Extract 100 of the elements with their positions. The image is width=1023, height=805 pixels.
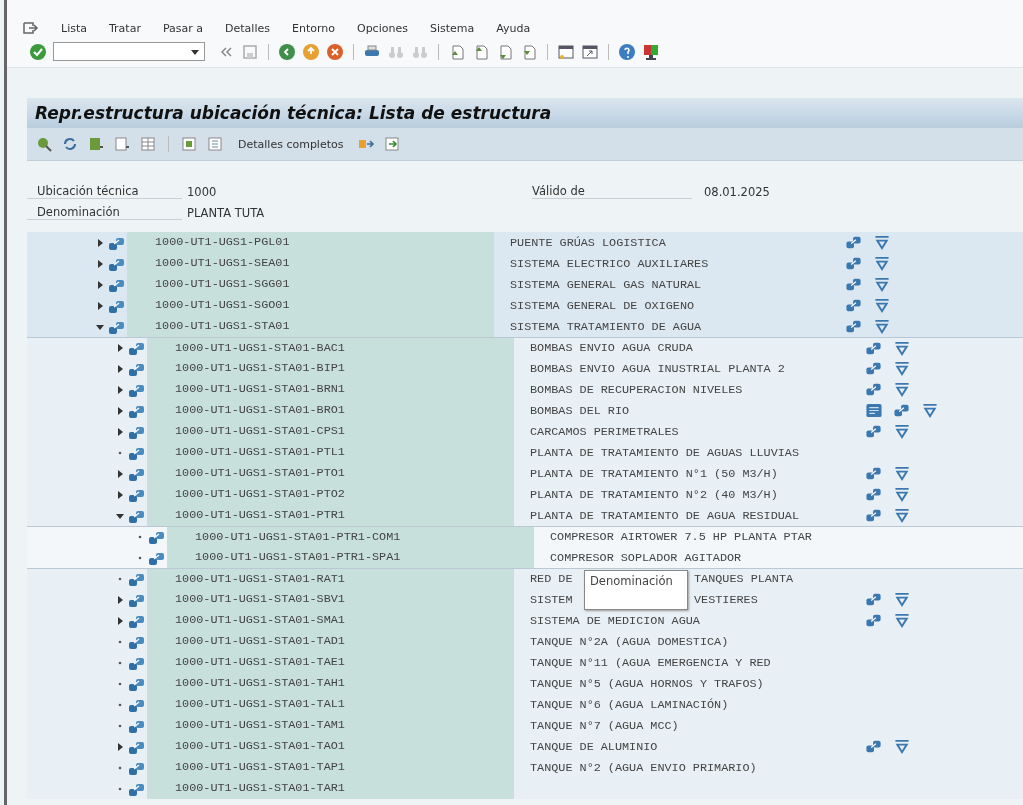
tree-row[interactable]: 1000-UT1-UGS1-STA01-TAH1 TANQUE N°5 (AGUA HORNOS Y TRAFOS) bbox=[27, 673, 1023, 694]
cancel-icon[interactable] bbox=[326, 42, 344, 61]
tree-node-id[interactable]: 1000-UT1-UGS1-STA01-SMA1 bbox=[147, 610, 514, 631]
tree-row[interactable]: 1000-UT1-UGS1-STA01-TAL1 TANQUE N°6 (AGUA LAMINACIÓN) bbox=[27, 694, 1023, 715]
tree-node-id[interactable]: 1000-UT1-UGS1-STA01-TAP1 bbox=[147, 757, 514, 778]
hierarchy-icon[interactable] bbox=[865, 738, 883, 755]
menu-item[interactable]: Sistema bbox=[429, 21, 475, 35]
tree-row[interactable]: 1000-UT1-UGS1-STA01-TAE1 TANQUE N°11 (AGUA EMERGENCIA Y RED bbox=[27, 652, 1023, 673]
filter-icon[interactable] bbox=[873, 318, 891, 335]
tree-node-id[interactable]: 1000-UT1-UGS1-STA01-BRN1 bbox=[147, 379, 514, 400]
menu-item[interactable]: Detalles bbox=[225, 21, 270, 35]
exit-menu-icon[interactable] bbox=[21, 19, 39, 37]
menu-item[interactable]: Pasar a bbox=[162, 21, 204, 35]
menu-item[interactable]: Entorno bbox=[291, 21, 335, 35]
document-icon[interactable] bbox=[865, 402, 883, 419]
filter-icon[interactable] bbox=[921, 402, 939, 419]
expander-icon[interactable] bbox=[95, 237, 105, 248]
menu-item[interactable]: Opciones bbox=[356, 21, 408, 35]
hierarchy-icon[interactable] bbox=[845, 234, 863, 251]
export-icon[interactable] bbox=[383, 135, 402, 153]
hierarchy-icon[interactable] bbox=[865, 465, 883, 482]
tree-row[interactable]: 1000-UT1-UGS1-STA01-TAD1 TANQUE N°2A (AGUA DOMESTICA) bbox=[27, 631, 1023, 652]
tree-node-id[interactable]: 1000-UT1-UGS1-STA01-CPS1 bbox=[147, 421, 514, 442]
tree-row[interactable]: 1000-UT1-UGS1-SEA01 SISTEMA ELECTRICO AUXILIARES bbox=[27, 253, 1023, 274]
expander-icon[interactable] bbox=[115, 384, 125, 395]
tree-node-id[interactable]: 1000-UT1-UGS1-PGL01 bbox=[127, 232, 494, 253]
filter-icon[interactable] bbox=[873, 276, 891, 293]
filter-icon[interactable] bbox=[893, 738, 911, 755]
expander-icon[interactable] bbox=[115, 741, 125, 752]
menu-item[interactable]: Ayuda bbox=[496, 21, 531, 35]
hierarchy-icon[interactable] bbox=[865, 612, 883, 629]
filter-icon[interactable] bbox=[893, 591, 911, 608]
tree-node-id[interactable]: 1000-UT1-UGS1-STA01 bbox=[127, 316, 494, 337]
filter-icon[interactable] bbox=[893, 360, 911, 377]
hierarchy-icon[interactable] bbox=[865, 423, 883, 440]
tree-row[interactable]: 1000-UT1-UGS1-STA01-BRN1 BOMBAS DE RECUPERACION NIVELES bbox=[27, 379, 1023, 400]
tree-node-id[interactable]: 1000-UT1-UGS1-STA01-TAM1 bbox=[147, 715, 514, 736]
tree-node-id[interactable]: 1000-UT1-UGS1-STA01-PTR1-SPA1 bbox=[167, 547, 534, 568]
filter-icon[interactable] bbox=[893, 465, 911, 482]
refresh-icon[interactable] bbox=[61, 135, 79, 153]
hierarchy-icon[interactable] bbox=[865, 486, 883, 503]
hierarchy-icon[interactable] bbox=[865, 591, 883, 608]
magnifier-icon[interactable] bbox=[35, 135, 53, 153]
tree-node-id[interactable]: 1000-UT1-UGS1-STA01-TAO1 bbox=[147, 736, 514, 757]
filter-icon[interactable] bbox=[893, 339, 911, 357]
window-icon[interactable] bbox=[581, 42, 599, 61]
tree-node-id[interactable]: 1000-UT1-UGS1-STA01-RAT1 bbox=[147, 568, 514, 590]
filter-icon[interactable] bbox=[893, 507, 911, 524]
tree-node-id[interactable]: 1000-UT1-UGS1-STA01-BIP1 bbox=[147, 358, 514, 379]
tree-node-id[interactable]: 1000-UT1-UGS1-STA01-PTR1 bbox=[147, 505, 514, 526]
check-icon[interactable] bbox=[29, 42, 47, 61]
menu-item[interactable]: Lista bbox=[61, 21, 87, 35]
filter-icon[interactable] bbox=[873, 255, 891, 272]
expander-icon[interactable] bbox=[115, 615, 125, 626]
tree-node-id[interactable]: 1000-UT1-UGS1-STA01-PTO2 bbox=[147, 484, 514, 505]
expander-icon[interactable] bbox=[95, 258, 105, 269]
hierarchy-icon[interactable] bbox=[845, 255, 863, 272]
tree-node-id[interactable]: 1000-UT1-UGS1-STA01-TAR1 bbox=[147, 778, 514, 799]
hierarchy-icon[interactable] bbox=[845, 276, 863, 293]
window-icon[interactable] bbox=[557, 42, 575, 61]
tree-row[interactable]: 1000-UT1-UGS1-STA01-BIP1 BOMBAS ENVIO AGUA INUSTRIAL PLANTA 2 bbox=[27, 358, 1023, 379]
tree-row[interactable]: 1000-UT1-UGS1-STA01-PTR1-COM1 COMPRESOR AIRTOWER 7.5 HP PLANTA PTAR bbox=[27, 526, 1023, 547]
hierarchy-icon[interactable] bbox=[865, 381, 883, 398]
back-icon[interactable] bbox=[278, 42, 296, 61]
tree-node-id[interactable]: 1000-UT1-UGS1-SGO01 bbox=[127, 295, 494, 316]
tree-row[interactable]: 1000-UT1-UGS1-STA01-PTO2 PLANTA DE TRATAMIENTO N°2 (40 M3/H) bbox=[27, 484, 1023, 505]
expander-icon[interactable] bbox=[115, 363, 125, 374]
tree-node-id[interactable]: 1000-UT1-UGS1-STA01-BRO1 bbox=[147, 400, 514, 421]
tree-node-id[interactable]: 1000-UT1-UGS1-SGG01 bbox=[127, 274, 494, 295]
tree-row[interactable]: 1000-UT1-UGS1-STA01-CPS1 CARCAMOS PERIMETRALES bbox=[27, 421, 1023, 442]
expander-icon[interactable] bbox=[115, 426, 125, 437]
tree-row[interactable]: 1000-UT1-UGS1-STA01-BAC1 BOMBAS ENVIO AGUA CRUDA bbox=[27, 337, 1023, 358]
tree-row[interactable]: 1000-UT1-UGS1-STA01-TAR1 bbox=[27, 778, 1023, 799]
monitor-icon[interactable] bbox=[642, 42, 660, 61]
expander-icon[interactable] bbox=[115, 405, 125, 416]
tree-node-id[interactable]: 1000-UT1-UGS1-STA01-TAD1 bbox=[147, 631, 514, 652]
hierarchy-icon[interactable] bbox=[865, 360, 883, 377]
tree-row[interactable]: 1000-UT1-UGS1-STA01-TAP1 TANQUE N°2 (AGUA ENVIO PRIMARIO) bbox=[27, 757, 1023, 778]
hierarchy-icon[interactable] bbox=[845, 318, 863, 335]
expander-icon[interactable] bbox=[115, 343, 125, 353]
tree-node-id[interactable]: 1000-UT1-UGS1-STA01-TAE1 bbox=[147, 652, 514, 673]
hierarchy-icon[interactable] bbox=[865, 507, 883, 524]
tree-row[interactable]: 1000-UT1-UGS1-PGL01 PUENTE GRÚAS LOGISTICA bbox=[27, 232, 1023, 253]
tree-row[interactable]: 1000-UT1-UGS1-STA01-SMA1 SISTEMA DE MEDICION AGUA bbox=[27, 610, 1023, 631]
tree-row[interactable]: 1000-UT1-UGS1-STA01-PTR1 PLANTA DE TRATAMIENTO DE AGUA RESIDUAL bbox=[27, 505, 1023, 526]
expander-icon[interactable] bbox=[115, 468, 125, 479]
tree-row[interactable]: 1000-UT1-UGS1-STA01-PTO1 PLANTA DE TRATAMIENTO N°1 (50 M3/H) bbox=[27, 463, 1023, 484]
collapse-icon[interactable] bbox=[206, 135, 224, 153]
hierarchy-icon[interactable] bbox=[845, 297, 863, 314]
expander-icon[interactable] bbox=[115, 594, 125, 605]
tree-node-id[interactable]: 1000-UT1-UGS1-STA01-BAC1 bbox=[147, 337, 514, 359]
tree-node-id[interactable]: 1000-UT1-UGS1-STA01-SBV1 bbox=[147, 589, 514, 610]
filter-icon[interactable] bbox=[873, 234, 891, 251]
tree-node-id[interactable]: 1000-UT1-UGS1-SEA01 bbox=[127, 253, 494, 274]
expander-icon[interactable] bbox=[95, 279, 105, 290]
tree-row[interactable]: 1000-UT1-UGS1-STA01 SISTEMA TRATAMIENTO DE AGUA bbox=[27, 316, 1023, 337]
expander-icon[interactable] bbox=[115, 489, 125, 500]
exit-icon[interactable] bbox=[302, 42, 320, 61]
tree-node-id[interactable]: 1000-UT1-UGS1-STA01-TAH1 bbox=[147, 673, 514, 694]
expander-icon[interactable] bbox=[95, 300, 105, 311]
